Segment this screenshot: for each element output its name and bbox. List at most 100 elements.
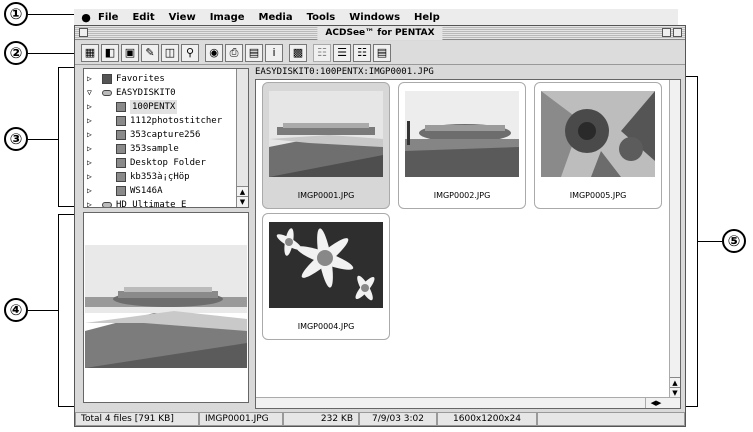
menu-tools[interactable]: Tools [307, 12, 336, 23]
scroll-down-arrow-icon[interactable]: ▼ [237, 196, 248, 207]
close-box-icon[interactable] [79, 28, 88, 37]
tree-item-label: EASYDISKIT0 [116, 88, 176, 98]
thumbnail-filename: IMGP0005.JPG [569, 191, 627, 200]
tree-item[interactable]: ▷ kb353à¡çHöp [84, 170, 234, 184]
status-total: Total 4 files [791 KB] [75, 412, 199, 426]
tree-item[interactable]: ▷ 353sample [84, 142, 234, 156]
thumbnail-image [269, 91, 383, 177]
tree-item[interactable]: ▷ HD Ultimate E [84, 198, 234, 207]
callout-4-line [28, 310, 58, 311]
folder-icon [116, 102, 126, 112]
folder-icon [116, 158, 126, 168]
callout-1-line [28, 14, 74, 15]
status-filename: IMGP0001.JPG [199, 412, 283, 426]
disclosure-triangle-icon[interactable]: ▷ [87, 184, 92, 198]
disk-icon [102, 90, 112, 96]
menu-image[interactable]: Image [210, 12, 245, 23]
thumbnail-image [405, 91, 519, 177]
window-title: ACDSee™ for PENTAX [317, 26, 443, 40]
status-date: 7/9/03 3:02 [359, 412, 437, 426]
menu-media[interactable]: Media [259, 12, 293, 23]
disclosure-triangle-icon[interactable]: ▷ [87, 100, 92, 114]
tree-item[interactable]: ▷ 353capture256 [84, 128, 234, 142]
browse-icon[interactable]: ▦ [81, 43, 99, 62]
tree-item[interactable]: ▽ EASYDISKIT0 [84, 86, 234, 100]
thumbnail-filename: IMGP0002.JPG [433, 191, 491, 200]
callout-3: ③ [4, 127, 28, 151]
folder-icon [116, 116, 126, 126]
callout-2: ② [4, 41, 28, 65]
favorites-icon [102, 74, 112, 84]
menu-help[interactable]: Help [414, 12, 440, 23]
disclosure-triangle-icon[interactable]: ▷ [87, 198, 92, 207]
preview-image [84, 213, 248, 402]
menu-file[interactable]: File [98, 12, 118, 23]
properties-icon[interactable]: ▩ [289, 43, 307, 62]
thumbnails-icon[interactable]: ☷ [313, 43, 331, 62]
options-icon[interactable]: ▤ [373, 43, 391, 62]
thumbnail-filename: IMGP0004.JPG [297, 322, 355, 331]
thumbnail-pane[interactable]: IMGP0001.JPG IMGP0002.JPG IMGP0005.JPG I… [255, 79, 681, 409]
list-icon[interactable]: ☷ [353, 43, 371, 62]
edit-icon[interactable]: ✎ [141, 43, 159, 62]
tree-scrollbar[interactable]: ▲ ▼ [236, 69, 248, 207]
callout-5-bracket [697, 76, 698, 407]
menu-edit[interactable]: Edit [132, 12, 154, 23]
thumbnail-card[interactable]: IMGP0002.JPG [398, 82, 526, 209]
zoom-box-icon[interactable] [662, 28, 671, 37]
tree-item-label: 353capture256 [130, 130, 201, 140]
print-icon[interactable]: ⎙ [225, 43, 243, 62]
thumbnail-card[interactable]: IMGP0005.JPG [534, 82, 662, 209]
tree-item-label: kb353à¡çHöp [130, 172, 190, 182]
disclosure-triangle-icon[interactable]: ▷ [87, 170, 92, 184]
view-icon[interactable]: ▣ [121, 43, 139, 62]
current-path: EASYDISKIT0:100PENTX:IMGP0001.JPG [255, 67, 434, 77]
acdsee-window: ACDSee™ for PENTAX ▦ ◧ ▣ ✎ ◫ ⚲ ◉ ⎙ ▤ i ▩… [74, 25, 686, 427]
tree-item[interactable]: ▷ WS146A [84, 184, 234, 198]
tree-item[interactable]: ▷ Favorites [84, 72, 234, 86]
disclosure-triangle-icon[interactable]: ▷ [87, 156, 92, 170]
callout-3-bracket [58, 67, 59, 207]
folder-icon[interactable]: ▤ [245, 43, 263, 62]
tree-item-label: 353sample [130, 144, 179, 154]
slideshow-icon[interactable]: ◫ [161, 43, 179, 62]
status-bar: Total 4 files [791 KB] IMGP0001.JPG 232 … [75, 412, 685, 426]
apple-icon[interactable]: ● [74, 11, 98, 24]
menu-windows[interactable]: Windows [349, 12, 400, 23]
eye-icon[interactable]: ◉ [205, 43, 223, 62]
disclosure-triangle-icon[interactable]: ▷ [87, 128, 92, 142]
tree-item-label: Favorites [116, 74, 165, 84]
info-icon[interactable]: i [265, 43, 283, 62]
thumbnail-card[interactable]: IMGP0001.JPG [262, 82, 390, 209]
callout-2-line [28, 53, 80, 54]
callout-3-line [28, 139, 58, 140]
collapse-box-icon[interactable] [673, 28, 682, 37]
details-icon[interactable]: ☰ [333, 43, 351, 62]
thumbnail-card[interactable]: IMGP0004.JPG [262, 213, 390, 340]
search-icon[interactable]: ⚲ [181, 43, 199, 62]
folder-tree[interactable]: ▲ ▼ ▷ Favorites ▽ EASYDISKIT0 ▷ 100PENTX ▷ 1112… [83, 68, 249, 208]
disclosure-triangle-icon[interactable]: ▷ [87, 142, 92, 156]
disclosure-triangle-icon[interactable]: ▷ [87, 72, 92, 86]
folder-icon [116, 130, 126, 140]
title-bar[interactable]: ACDSee™ for PENTAX [75, 26, 685, 40]
preview-pane [83, 212, 249, 403]
scroll-left-right-arrows-icon[interactable]: ◀▶ [645, 398, 666, 408]
folder-icon [116, 172, 126, 182]
status-extra [537, 412, 685, 426]
tree-item-label: WS146A [130, 186, 163, 196]
thumbnail-hscrollbar[interactable]: ◀▶ [256, 397, 680, 408]
disclosure-triangle-icon[interactable]: ▷ [87, 114, 92, 128]
menu-view[interactable]: View [169, 12, 196, 23]
toolbar: ▦ ◧ ▣ ✎ ◫ ⚲ ◉ ⎙ ▤ i ▩ ☷ ☰ ☷ ▤ [75, 41, 685, 65]
tree-item[interactable]: ▷ 1112photostitcher [84, 114, 234, 128]
disclosure-triangle-icon[interactable]: ▽ [87, 86, 92, 100]
tree-item[interactable]: ▷ Desktop Folder [84, 156, 234, 170]
copy-icon[interactable]: ◧ [101, 43, 119, 62]
callout-4-bracket [58, 214, 59, 407]
tree-item-label: Desktop Folder [130, 158, 206, 168]
thumbnail-scrollbar[interactable]: ▲ ▼ [669, 80, 680, 408]
tree-item[interactable]: ▷ 100PENTX [84, 100, 234, 114]
menu-bar: ● File Edit View Image Media Tools Windo… [74, 9, 678, 25]
thumbnail-image [541, 91, 655, 177]
